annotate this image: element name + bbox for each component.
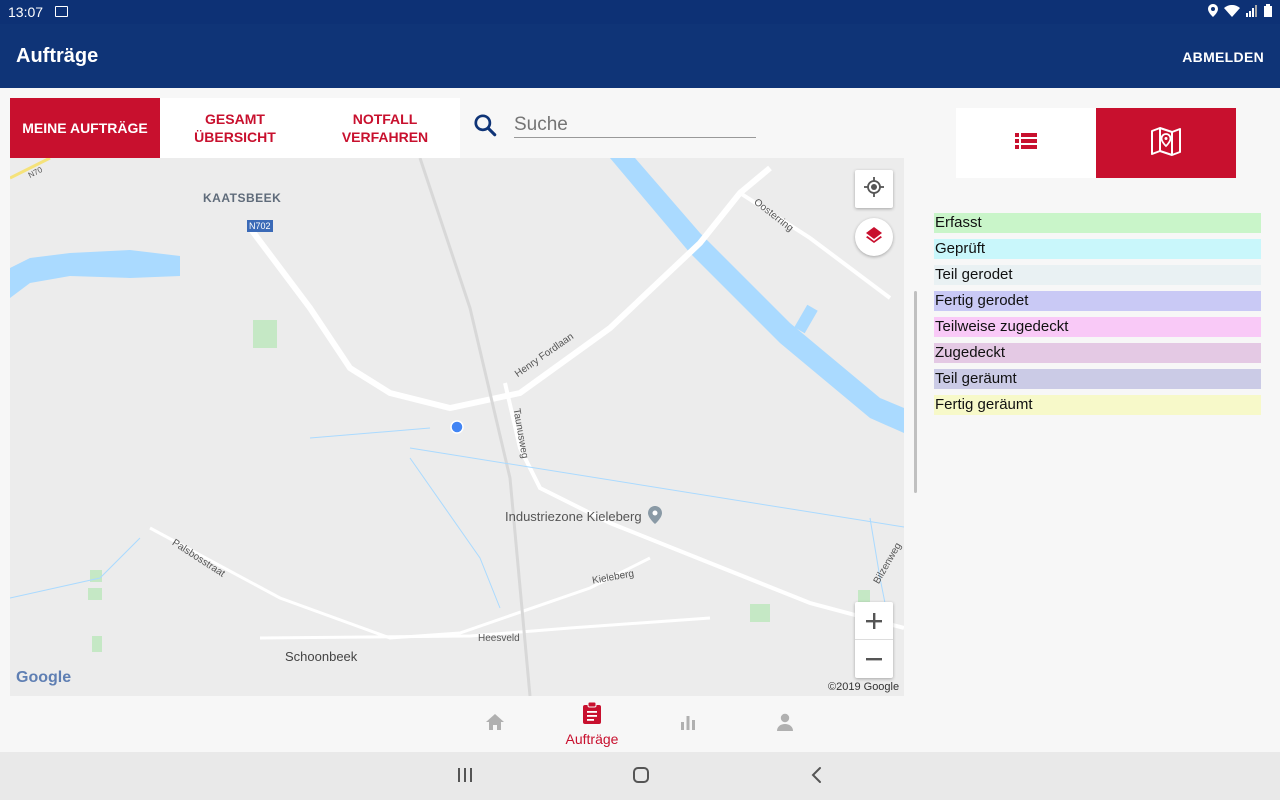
bottom-navigation: Aufträge — [0, 696, 1280, 752]
tab-emergency-procedure[interactable]: NOTFALL VERFAHREN — [310, 98, 460, 158]
tab-label: GESAMT ÜBERSICHT — [194, 111, 276, 145]
system-navigation-bar — [0, 752, 1280, 800]
map-layers-button[interactable] — [855, 218, 893, 256]
legend-item: Teil gerodet — [934, 265, 1261, 285]
scrollbar[interactable] — [914, 291, 917, 493]
search-input[interactable] — [514, 112, 756, 138]
list-icon — [1015, 132, 1037, 155]
zoom-out-button[interactable] — [855, 640, 893, 678]
search-icon[interactable] — [472, 112, 498, 143]
zoom-in-button[interactable] — [855, 602, 893, 640]
poi-label: Industriezone Kieleberg — [505, 509, 642, 524]
signal-icon — [1246, 4, 1258, 21]
app-bar: Aufträge ABMELDEN — [0, 24, 1280, 88]
tab-label: MEINE AUFTRÄGE — [22, 120, 148, 136]
legend-item: Fertig geräumt — [934, 395, 1261, 415]
legend-item: Teil geräumt — [934, 369, 1261, 389]
page-title: Aufträge — [16, 45, 99, 67]
view-toggle — [956, 108, 1236, 178]
legend-item: Zugedeckt — [934, 343, 1261, 363]
legend-item: Erfasst — [934, 213, 1261, 233]
wifi-icon — [1224, 4, 1240, 21]
main-content: MEINE AUFTRÄGE GESAMT ÜBERSICHT NOTFALL … — [0, 88, 1280, 752]
nav-home[interactable] — [480, 696, 510, 752]
back-button[interactable] — [808, 766, 826, 789]
home-button[interactable] — [632, 766, 650, 789]
map-label-kaatsbeek: KAATSBEEK — [203, 191, 282, 205]
order-tabs: MEINE AUFTRÄGE GESAMT ÜBERSICHT NOTFALL … — [10, 98, 460, 158]
tab-label: NOTFALL VERFAHREN — [341, 111, 429, 145]
tab-overview[interactable]: GESAMT ÜBERSICHT — [160, 98, 310, 158]
legend-item: Teilweise zugedeckt — [934, 317, 1261, 337]
nav-profile[interactable] — [770, 696, 800, 752]
map-view-button[interactable] — [1096, 108, 1236, 178]
layers-icon — [864, 225, 884, 250]
legend-item: Fertig gerodet — [934, 291, 1261, 311]
map-attribution: ©2019 Google — [828, 681, 900, 693]
nav-orders[interactable]: Aufträge — [560, 696, 624, 752]
list-view-button[interactable] — [956, 108, 1096, 178]
battery-icon — [1264, 4, 1272, 21]
minus-icon — [866, 658, 882, 661]
legend-item: Geprüft — [934, 239, 1261, 259]
map-canvas — [10, 158, 904, 696]
person-icon — [776, 713, 794, 736]
recent-apps-button[interactable] — [456, 766, 474, 789]
map-view[interactable]: KAATSBEEK N702 Oosterring Henry Fordlaan… — [10, 158, 904, 696]
image-icon — [55, 6, 68, 17]
map-pin-icon — [1150, 126, 1182, 161]
place-pin-icon — [647, 506, 662, 527]
google-logo: Google — [16, 669, 72, 686]
back-chevron-icon — [811, 767, 821, 783]
status-time: 13:07 — [8, 4, 44, 20]
logout-button[interactable]: ABMELDEN — [1182, 49, 1264, 65]
clipboard-icon — [582, 701, 602, 729]
home-square-icon — [633, 767, 649, 783]
crosshair-icon — [864, 176, 884, 202]
zoom-controls — [855, 602, 893, 678]
recent-apps-icon — [458, 768, 472, 782]
map-label-industriezone: Industriezone Kieleberg — [505, 506, 662, 527]
status-icons — [1208, 4, 1272, 21]
map-label-schoonbeek: Schoonbeek — [285, 649, 358, 664]
search-bar — [460, 98, 904, 158]
tab-my-orders[interactable]: MEINE AUFTRÄGE — [10, 98, 160, 158]
location-icon — [1208, 4, 1218, 21]
plus-icon — [866, 612, 882, 629]
nav-statistics[interactable] — [673, 696, 703, 752]
status-legend: Erfasst Geprüft Teil gerodet Fertig gero… — [934, 213, 1261, 421]
nav-orders-label: Aufträge — [565, 730, 619, 747]
my-location-button[interactable] — [855, 170, 893, 208]
status-bar: 13:07 — [0, 0, 1280, 24]
map-route-shield: N702 — [247, 220, 273, 232]
home-icon — [485, 713, 505, 736]
map-label-heesveld: Heesveld — [478, 633, 520, 644]
bar-chart-icon — [680, 714, 696, 735]
